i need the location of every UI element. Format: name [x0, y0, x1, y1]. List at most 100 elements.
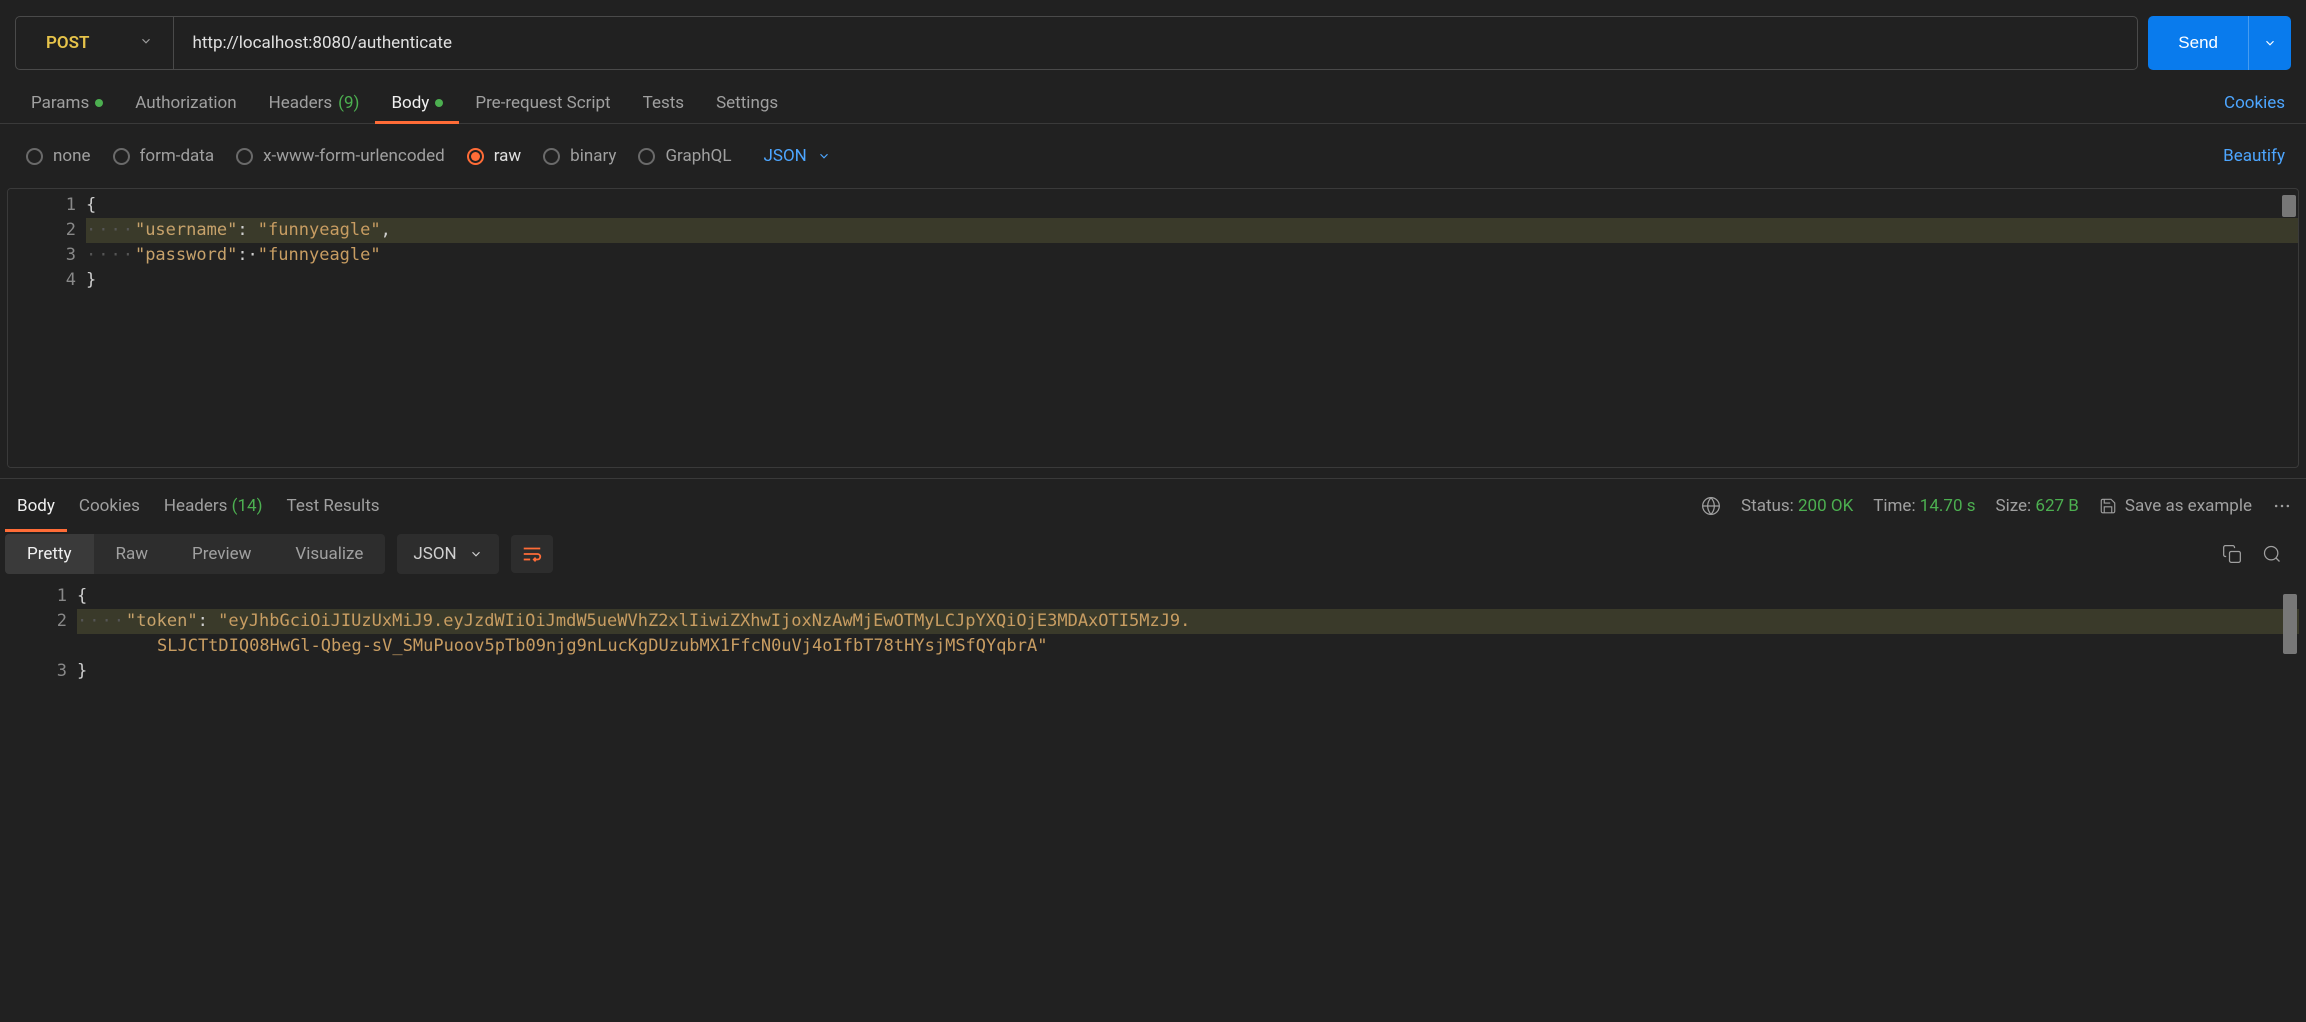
wrap-lines-button[interactable] — [511, 535, 553, 573]
tab-headers-label: Headers — [269, 93, 333, 113]
tab-params[interactable]: Params — [15, 83, 119, 123]
chevron-down-icon — [469, 547, 483, 561]
method-url-bar: POST http://localhost:8080/authenticate — [15, 16, 2138, 70]
globe-icon[interactable] — [1701, 496, 1721, 516]
url-value: http://localhost:8080/authenticate — [192, 33, 452, 53]
body-type-xform[interactable]: x-www-form-urlencoded — [236, 146, 445, 166]
code-token: "username" — [135, 220, 237, 240]
line-number: 3 — [5, 659, 67, 684]
resp-tab-headers[interactable]: Headers (14) — [152, 488, 275, 524]
code-token: :· — [237, 245, 257, 265]
body-active-dot-icon — [435, 99, 443, 107]
tab-body-label: Body — [391, 93, 429, 113]
chevron-down-icon — [817, 149, 831, 163]
save-as-example-button[interactable]: Save as example — [2099, 496, 2252, 516]
more-options-icon[interactable] — [2272, 496, 2292, 516]
editor-code-area: { ····"token": "eyJhbGciOiJIUzUxMiJ9.eyJ… — [77, 584, 2299, 684]
indent-guide-icon: ···· — [86, 220, 135, 240]
http-method-value: POST — [46, 33, 89, 53]
send-button-group: Send — [2148, 16, 2291, 70]
save-icon — [2099, 497, 2117, 515]
code-token: } — [86, 270, 96, 290]
view-visualize[interactable]: Visualize — [273, 534, 385, 574]
status-value: 200 OK — [1798, 496, 1853, 516]
resp-tab-cookies[interactable]: Cookies — [67, 488, 152, 524]
code-token: { — [86, 195, 96, 215]
line-number_row2: 2 — [5, 609, 67, 659]
body-type-raw[interactable]: raw — [467, 146, 521, 166]
body-type-binary[interactable]: binary — [543, 146, 616, 166]
code-token: } — [77, 661, 87, 681]
code-token: : — [198, 611, 218, 631]
response-body-editor[interactable]: 1 2 3 { ····"token": "eyJhbGciOiJIUzUxMi… — [5, 584, 2299, 684]
response-tabs: Body Cookies Headers (14) Test Results S… — [0, 478, 2306, 522]
code-token: "funnyeagle" — [258, 220, 381, 240]
wrap-icon — [521, 543, 543, 565]
tab-params-label: Params — [31, 93, 89, 113]
body-type-none[interactable]: none — [26, 146, 91, 166]
copy-response-button[interactable] — [2212, 534, 2252, 574]
body-type-xform-label: x-www-form-urlencoded — [263, 146, 445, 166]
body-type-graphql[interactable]: GraphQL — [638, 146, 731, 166]
body-format-label: JSON — [763, 146, 806, 166]
send-button[interactable]: Send — [2148, 16, 2248, 70]
code-token: { — [77, 586, 87, 606]
save-example-label: Save as example — [2125, 496, 2252, 516]
radio-icon — [26, 148, 43, 165]
tab-headers[interactable]: Headers (9) — [253, 83, 376, 123]
tab-tests[interactable]: Tests — [627, 83, 700, 123]
http-method-select[interactable]: POST — [16, 17, 174, 69]
code-token: : — [237, 220, 257, 240]
body-type-binary-label: binary — [570, 146, 616, 166]
cookies-link[interactable]: Cookies — [2218, 83, 2291, 123]
radio-icon — [236, 148, 253, 165]
line-number: 3 — [8, 243, 76, 268]
line-number: 1 — [8, 193, 76, 218]
time-label: Time: — [1873, 496, 1915, 516]
params-active-dot-icon — [95, 99, 103, 107]
view-pretty[interactable]: Pretty — [5, 534, 94, 574]
size-value: 627 B — [2035, 496, 2078, 516]
line-number: 4 — [8, 268, 76, 293]
search-response-button[interactable] — [2252, 534, 2292, 574]
editor-gutter: 1 2 3 — [5, 584, 77, 684]
request-body-editor[interactable]: 1 2 3 4 { ····"username": "funnyeagle", … — [7, 188, 2299, 468]
resp-tab-test-results[interactable]: Test Results — [275, 488, 392, 524]
code-token: "token" — [126, 611, 198, 631]
scrollbar-thumb[interactable] — [2283, 594, 2297, 654]
status-label: Status: — [1741, 496, 1794, 516]
line-number: 1 — [5, 584, 67, 609]
indent-guide-icon: ···· — [86, 245, 135, 265]
response-format-select[interactable]: JSON — [397, 534, 498, 574]
size-label: Size: — [1996, 496, 2032, 516]
tab-settings[interactable]: Settings — [700, 83, 794, 123]
body-format-select[interactable]: JSON — [753, 146, 830, 166]
response-view-mode: Pretty Raw Preview Visualize — [5, 534, 385, 574]
indent-guide-icon: ···· — [77, 611, 126, 631]
body-type-formdata[interactable]: form-data — [113, 146, 215, 166]
tab-authorization[interactable]: Authorization — [119, 83, 252, 123]
body-type-formdata-label: form-data — [140, 146, 215, 166]
resp-tab-body[interactable]: Body — [5, 488, 67, 524]
radio-icon — [113, 148, 130, 165]
tab-prerequest-script[interactable]: Pre-request Script — [459, 83, 626, 123]
code-token: SLJCTtDIQ08HwGl-Qbeg-sV_SMuPuoov5pTb09nj… — [157, 636, 1047, 656]
scrollbar-thumb[interactable] — [2282, 195, 2296, 217]
radio-icon — [467, 148, 484, 165]
body-type-none-label: none — [53, 146, 91, 166]
radio-icon — [543, 148, 560, 165]
code-token: "eyJhbGciOiJIUzUxMiJ9.eyJzdWIiOiJmdW5ueW… — [218, 611, 1190, 631]
editor-gutter: 1 2 3 4 — [8, 189, 86, 467]
headers-count: (9) — [338, 93, 359, 113]
resp-headers-count: (14) — [232, 496, 263, 516]
code-token: "password" — [135, 245, 237, 265]
send-dropdown-button[interactable] — [2248, 16, 2291, 70]
beautify-link[interactable]: Beautify — [2217, 136, 2291, 176]
response-format-label: JSON — [413, 544, 456, 564]
url-input[interactable]: http://localhost:8080/authenticate — [174, 17, 2137, 69]
view-preview[interactable]: Preview — [170, 534, 273, 574]
request-tabs: Params Authorization Headers (9) Body Pr… — [0, 78, 2306, 124]
view-raw[interactable]: Raw — [94, 534, 171, 574]
tab-body[interactable]: Body — [375, 83, 459, 123]
code-token: "funnyeagle" — [258, 245, 381, 265]
